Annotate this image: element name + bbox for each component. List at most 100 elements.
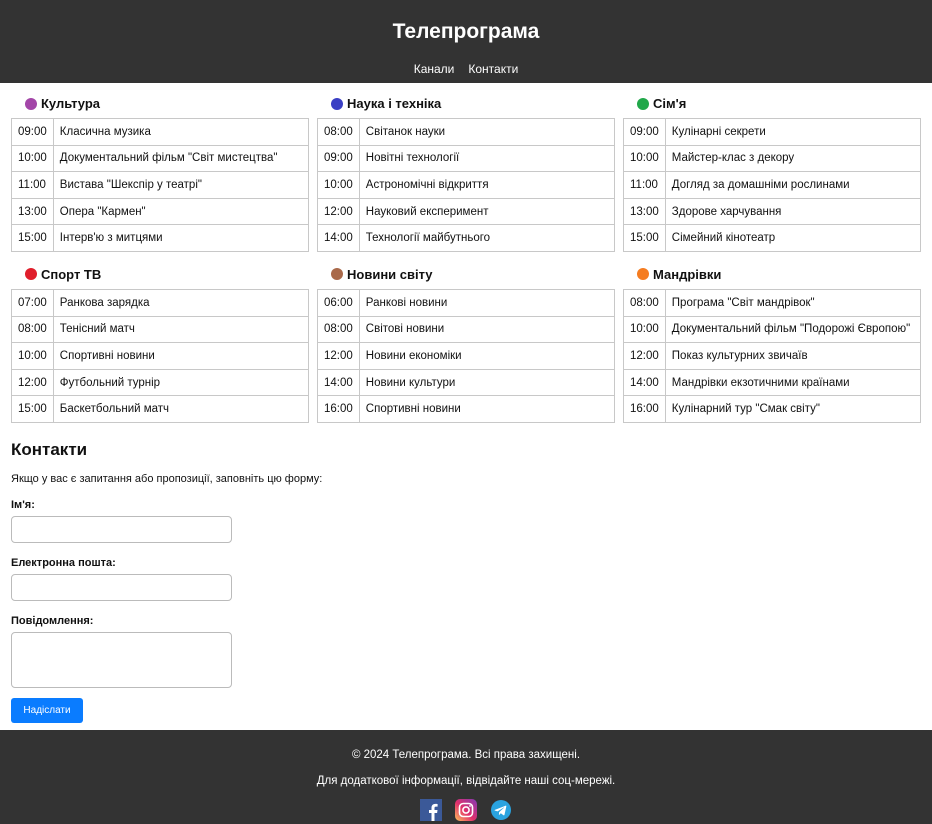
schedule-table: 07:00 Ранкова зарядка 08:00 Тенісний матч 10…	[11, 288, 310, 423]
show-time: 10:00	[623, 144, 666, 173]
facebook-icon[interactable]	[420, 799, 442, 821]
table-row: 11:00 Догляд за домашніми рослинами	[623, 171, 922, 199]
schedule-table: 08:00 Програма "Світ мандрівок" 10:00 Докум…	[623, 288, 922, 423]
table-row: 10:00 Спортивні новини	[11, 342, 310, 370]
nav-link-contacts[interactable]: Контакти	[468, 62, 518, 76]
show-time: 06:00	[317, 288, 360, 317]
show-time: 10:00	[11, 144, 54, 173]
channel-dot-icon	[331, 97, 343, 110]
email-label: Електронна пошта:	[11, 557, 116, 569]
table-row: 10:00 Документальний фільм "Світ мистецтв…	[11, 144, 310, 173]
show-title: Програма "Світ мандрівок"	[664, 288, 922, 317]
table-row: 14:00 Технології майбутнього	[317, 224, 616, 252]
table-row: 10:00 Документальний фільм "Подорожі Євро…	[623, 315, 922, 344]
main-nav: Канали Контакти	[0, 62, 932, 76]
table-row: 09:00 Класична музика	[11, 118, 310, 146]
show-title: Спортивні новини	[52, 342, 310, 370]
show-time: 09:00	[623, 118, 666, 146]
show-time: 08:00	[317, 315, 360, 344]
show-title: Класична музика	[52, 118, 310, 146]
channel-block: Культура 09:00 Класична музика 10:00 Докумен…	[11, 94, 310, 252]
channel-block: Спорт ТВ 07:00 Ранкова зарядка 08:00 Тенісни…	[11, 265, 310, 423]
show-title: Показ культурних звичаїв	[664, 342, 922, 370]
show-time: 09:00	[11, 118, 54, 146]
show-time: 11:00	[623, 171, 666, 199]
channel-header: Сім'я	[637, 94, 921, 113]
name-input[interactable]	[11, 516, 232, 543]
show-title: Світанок науки	[358, 118, 616, 146]
email-input[interactable]	[11, 574, 232, 601]
show-title: Новини економіки	[358, 342, 616, 370]
channel-header: Новини світу	[331, 265, 615, 284]
contacts-heading: Контакти	[11, 440, 88, 459]
table-row: 06:00 Ранкові новини	[317, 288, 616, 317]
show-title: Світові новини	[358, 315, 616, 344]
table-row: 09:00 Кулінарні секрети	[623, 118, 922, 146]
submit-button[interactable]: Надіслати	[11, 698, 83, 723]
show-title: Здорове харчування	[664, 197, 922, 226]
show-time: 14:00	[623, 368, 666, 397]
schedule-table: 09:00 Класична музика 10:00 Документальний …	[11, 118, 310, 252]
channel-dot-icon	[25, 268, 37, 281]
show-title: Спортивні новини	[358, 395, 616, 423]
telegram-icon[interactable]	[490, 799, 512, 821]
table-row: 10:00 Астрономічні відкриття	[317, 171, 616, 199]
show-time: 16:00	[317, 395, 360, 423]
channel-dot-icon	[637, 97, 649, 110]
show-time: 12:00	[623, 342, 666, 370]
channel-name: Наука і техніка	[347, 96, 442, 111]
schedule-table: 09:00 Кулінарні секрети 10:00 Майстер-клас …	[623, 118, 922, 252]
channel-header: Мандрівки	[637, 265, 921, 284]
table-row: 16:00 Спортивні новини	[317, 395, 616, 423]
show-title: Інтерв'ю з митцями	[52, 224, 310, 252]
table-row: 14:00 Новини культури	[317, 368, 616, 397]
nav-link-channels[interactable]: Канали	[414, 62, 455, 76]
show-title: Догляд за домашніми рослинами	[664, 171, 922, 199]
table-row: 12:00 Показ культурних звичаїв	[623, 342, 922, 370]
channel-dot-icon	[637, 268, 649, 281]
site-footer: © 2024 Телепрограма. Всі права захищені.…	[0, 730, 932, 824]
show-title: Документальний фільм "Подорожі Європою"	[664, 315, 922, 344]
table-row: 16:00 Кулінарний тур "Смак світу"	[623, 395, 922, 423]
table-row: 14:00 Мандрівки екзотичними країнами	[623, 368, 922, 397]
show-time: 11:00	[11, 171, 54, 199]
page-title: Телепрограма	[392, 20, 540, 43]
show-title: Кулінарні секрети	[664, 118, 922, 146]
channels-grid: Культура 09:00 Класична музика 10:00 Докумен…	[11, 94, 922, 423]
table-row: 09:00 Новітні технології	[317, 144, 616, 173]
message-textarea[interactable]	[11, 632, 232, 688]
name-label: Ім'я:	[11, 499, 35, 511]
show-title: Баскетбольний матч	[52, 395, 310, 423]
show-time: 13:00	[623, 197, 666, 226]
show-title: Новини культури	[358, 368, 616, 397]
show-time: 08:00	[623, 288, 666, 317]
show-time: 08:00	[11, 315, 54, 344]
show-time: 15:00	[11, 395, 54, 423]
show-time: 12:00	[317, 342, 360, 370]
social-links	[0, 799, 932, 821]
show-time: 13:00	[11, 197, 54, 226]
channel-header: Спорт ТВ	[25, 265, 309, 284]
show-title: Сімейний кінотеатр	[664, 224, 922, 252]
table-row: 15:00 Баскетбольний матч	[11, 395, 310, 423]
show-title: Кулінарний тур "Смак світу"	[664, 395, 922, 423]
show-title: Ранкова зарядка	[52, 288, 310, 317]
show-time: 14:00	[317, 224, 360, 252]
channel-block: Мандрівки 08:00 Програма "Світ мандрівок" 1…	[623, 265, 922, 423]
channel-block: Новини світу 06:00 Ранкові новини 08:00 Світ…	[317, 265, 616, 423]
show-time: 12:00	[317, 197, 360, 226]
show-time: 16:00	[623, 395, 666, 423]
channel-header: Культура	[25, 94, 309, 113]
show-title: Мандрівки екзотичними країнами	[664, 368, 922, 397]
channel-block: Сім'я 09:00 Кулінарні секрети 10:00 Майстер-…	[623, 94, 922, 252]
show-title: Футбольний турнір	[52, 368, 310, 397]
show-title: Вистава "Шекспір у театрі"	[52, 171, 310, 199]
instagram-icon[interactable]	[455, 799, 477, 821]
channel-name: Спорт ТВ	[41, 266, 102, 282]
contacts-section: Контакти Якщо у вас є запитання або проп…	[11, 440, 611, 723]
table-row: 15:00 Інтерв'ю з митцями	[11, 224, 310, 252]
show-title: Технології майбутнього	[358, 224, 616, 252]
show-title: Майстер-клас з декору	[664, 144, 922, 173]
channel-name: Новини світу	[347, 266, 433, 282]
table-row: 13:00 Опера "Кармен"	[11, 197, 310, 226]
